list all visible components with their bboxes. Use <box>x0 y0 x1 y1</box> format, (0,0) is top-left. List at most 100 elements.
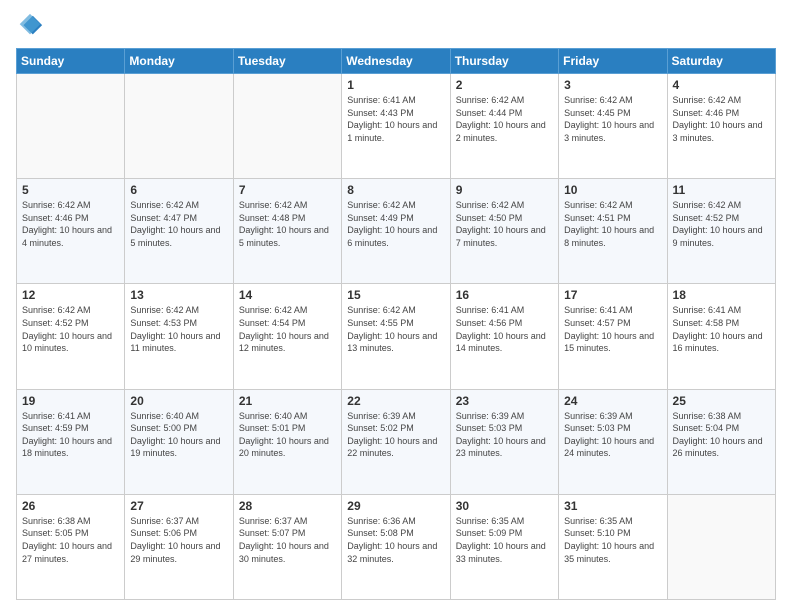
calendar-cell: 30 Sunrise: 6:35 AM Sunset: 5:09 PM Dayli… <box>450 494 558 599</box>
calendar-cell: 28Sunrise: 6:37 AM Sunset: 5:07 PM Dayli… <box>233 494 341 599</box>
day-info: Sunrise: 6:41 AM Sunset: 4:56 PM Dayligh… <box>456 304 553 354</box>
day-info: Sunrise: 6:35 AM Sunset: 5:09 PM Dayligh… <box>456 515 553 565</box>
calendar-cell: 27 Sunrise: 6:37 AM Sunset: 5:06 PM Dayli… <box>125 494 233 599</box>
day-number: 16 <box>456 288 553 302</box>
day-info: Sunrise: 6:42 AM Sunset: 4:52 PM Dayligh… <box>673 199 770 249</box>
day-info: Sunrise: 6:42 AM Sunset: 4:55 PM Dayligh… <box>347 304 444 354</box>
calendar-cell <box>17 74 125 179</box>
calendar-cell: 1 Sunrise: 6:41 AM Sunset: 4:43 PM Daylig… <box>342 74 450 179</box>
weekday-header-row: SundayMondayTuesdayWednesdayThursdayFrid… <box>17 49 776 74</box>
day-info: Sunrise: 6:41 AM Sunset: 4:57 PM Dayligh… <box>564 304 661 354</box>
calendar-cell: 22 Sunrise: 6:39 AM Sunset: 5:02 PM Dayli… <box>342 389 450 494</box>
calendar-cell: 11 Sunrise: 6:42 AM Sunset: 4:52 PM Dayli… <box>667 179 775 284</box>
calendar-cell: 31 Sunrise: 6:35 AM Sunset: 5:10 PM Dayli… <box>559 494 667 599</box>
calendar-cell: 23Sunrise: 6:39 AM Sunset: 5:03 PM Dayli… <box>450 389 558 494</box>
day-info: Sunrise: 6:42 AM Sunset: 4:45 PM Dayligh… <box>564 94 661 144</box>
day-info: Sunrise: 6:37 AM Sunset: 5:06 PM Dayligh… <box>130 515 227 565</box>
day-info: Sunrise: 6:38 AM Sunset: 5:04 PM Dayligh… <box>673 410 770 460</box>
calendar-cell <box>667 494 775 599</box>
day-info: Sunrise: 6:42 AM Sunset: 4:53 PM Dayligh… <box>130 304 227 354</box>
calendar-cell: 4 Sunrise: 6:42 AM Sunset: 4:46 PM Daylig… <box>667 74 775 179</box>
calendar-cell: 6Sunrise: 6:42 AM Sunset: 4:47 PM Daylig… <box>125 179 233 284</box>
day-info: Sunrise: 6:37 AM Sunset: 5:07 PM Dayligh… <box>239 515 336 565</box>
day-info: Sunrise: 6:42 AM Sunset: 4:49 PM Dayligh… <box>347 199 444 249</box>
calendar-cell: 10Sunrise: 6:42 AM Sunset: 4:51 PM Dayli… <box>559 179 667 284</box>
day-info: Sunrise: 6:42 AM Sunset: 4:46 PM Dayligh… <box>22 199 119 249</box>
day-number: 24 <box>564 394 661 408</box>
day-number: 19 <box>22 394 119 408</box>
day-number: 5 <box>22 183 119 197</box>
day-info: Sunrise: 6:35 AM Sunset: 5:10 PM Dayligh… <box>564 515 661 565</box>
day-info: Sunrise: 6:39 AM Sunset: 5:03 PM Dayligh… <box>564 410 661 460</box>
day-info: Sunrise: 6:41 AM Sunset: 4:43 PM Dayligh… <box>347 94 444 144</box>
calendar-cell: 12 Sunrise: 6:42 AM Sunset: 4:52 PM Dayli… <box>17 284 125 389</box>
day-info: Sunrise: 6:42 AM Sunset: 4:54 PM Dayligh… <box>239 304 336 354</box>
day-number: 18 <box>673 288 770 302</box>
calendar-cell: 9Sunrise: 6:42 AM Sunset: 4:50 PM Daylig… <box>450 179 558 284</box>
day-number: 2 <box>456 78 553 92</box>
calendar-cell: 2 Sunrise: 6:42 AM Sunset: 4:44 PM Daylig… <box>450 74 558 179</box>
day-number: 12 <box>22 288 119 302</box>
day-number: 21 <box>239 394 336 408</box>
day-number: 11 <box>673 183 770 197</box>
calendar-cell: 16 Sunrise: 6:41 AM Sunset: 4:56 PM Dayli… <box>450 284 558 389</box>
weekday-header-thursday: Thursday <box>450 49 558 74</box>
calendar-cell: 21 Sunrise: 6:40 AM Sunset: 5:01 PM Dayli… <box>233 389 341 494</box>
day-info: Sunrise: 6:42 AM Sunset: 4:50 PM Dayligh… <box>456 199 553 249</box>
day-number: 25 <box>673 394 770 408</box>
day-number: 27 <box>130 499 227 513</box>
day-number: 3 <box>564 78 661 92</box>
day-info: Sunrise: 6:42 AM Sunset: 4:44 PM Dayligh… <box>456 94 553 144</box>
day-info: Sunrise: 6:40 AM Sunset: 5:01 PM Dayligh… <box>239 410 336 460</box>
day-number: 30 <box>456 499 553 513</box>
day-info: Sunrise: 6:42 AM Sunset: 4:51 PM Dayligh… <box>564 199 661 249</box>
day-number: 26 <box>22 499 119 513</box>
calendar-week-3: 12 Sunrise: 6:42 AM Sunset: 4:52 PM Dayli… <box>17 284 776 389</box>
weekday-header-saturday: Saturday <box>667 49 775 74</box>
calendar-cell: 19 Sunrise: 6:41 AM Sunset: 4:59 PM Dayli… <box>17 389 125 494</box>
page: SundayMondayTuesdayWednesdayThursdayFrid… <box>0 0 792 612</box>
day-number: 20 <box>130 394 227 408</box>
day-info: Sunrise: 6:42 AM Sunset: 4:46 PM Dayligh… <box>673 94 770 144</box>
day-info: Sunrise: 6:42 AM Sunset: 4:52 PM Dayligh… <box>22 304 119 354</box>
calendar-cell: 26Sunrise: 6:38 AM Sunset: 5:05 PM Dayli… <box>17 494 125 599</box>
day-info: Sunrise: 6:41 AM Sunset: 4:58 PM Dayligh… <box>673 304 770 354</box>
logo <box>16 12 48 40</box>
calendar-cell: 29 Sunrise: 6:36 AM Sunset: 5:08 PM Dayli… <box>342 494 450 599</box>
calendar-week-4: 19 Sunrise: 6:41 AM Sunset: 4:59 PM Dayli… <box>17 389 776 494</box>
day-number: 22 <box>347 394 444 408</box>
day-number: 31 <box>564 499 661 513</box>
calendar-week-2: 5 Sunrise: 6:42 AM Sunset: 4:46 PM Daylig… <box>17 179 776 284</box>
calendar-cell: 17Sunrise: 6:41 AM Sunset: 4:57 PM Dayli… <box>559 284 667 389</box>
day-number: 7 <box>239 183 336 197</box>
day-number: 1 <box>347 78 444 92</box>
day-number: 4 <box>673 78 770 92</box>
calendar-cell: 7 Sunrise: 6:42 AM Sunset: 4:48 PM Daylig… <box>233 179 341 284</box>
day-info: Sunrise: 6:36 AM Sunset: 5:08 PM Dayligh… <box>347 515 444 565</box>
day-number: 29 <box>347 499 444 513</box>
calendar-cell: 8 Sunrise: 6:42 AM Sunset: 4:49 PM Daylig… <box>342 179 450 284</box>
calendar-week-5: 26Sunrise: 6:38 AM Sunset: 5:05 PM Dayli… <box>17 494 776 599</box>
weekday-header-sunday: Sunday <box>17 49 125 74</box>
calendar-cell: 15 Sunrise: 6:42 AM Sunset: 4:55 PM Dayli… <box>342 284 450 389</box>
weekday-header-tuesday: Tuesday <box>233 49 341 74</box>
weekday-header-monday: Monday <box>125 49 233 74</box>
calendar-week-1: 1 Sunrise: 6:41 AM Sunset: 4:43 PM Daylig… <box>17 74 776 179</box>
calendar-cell: 5 Sunrise: 6:42 AM Sunset: 4:46 PM Daylig… <box>17 179 125 284</box>
calendar-cell: 20 Sunrise: 6:40 AM Sunset: 5:00 PM Dayli… <box>125 389 233 494</box>
day-info: Sunrise: 6:42 AM Sunset: 4:48 PM Dayligh… <box>239 199 336 249</box>
calendar-cell: 13 Sunrise: 6:42 AM Sunset: 4:53 PM Dayli… <box>125 284 233 389</box>
day-info: Sunrise: 6:40 AM Sunset: 5:00 PM Dayligh… <box>130 410 227 460</box>
calendar-cell: 25 Sunrise: 6:38 AM Sunset: 5:04 PM Dayli… <box>667 389 775 494</box>
day-number: 13 <box>130 288 227 302</box>
weekday-header-wednesday: Wednesday <box>342 49 450 74</box>
day-number: 15 <box>347 288 444 302</box>
calendar-cell: 18 Sunrise: 6:41 AM Sunset: 4:58 PM Dayli… <box>667 284 775 389</box>
day-info: Sunrise: 6:41 AM Sunset: 4:59 PM Dayligh… <box>22 410 119 460</box>
day-number: 23 <box>456 394 553 408</box>
logo-icon <box>16 12 44 40</box>
day-info: Sunrise: 6:39 AM Sunset: 5:02 PM Dayligh… <box>347 410 444 460</box>
weekday-header-friday: Friday <box>559 49 667 74</box>
calendar-cell <box>233 74 341 179</box>
day-number: 8 <box>347 183 444 197</box>
